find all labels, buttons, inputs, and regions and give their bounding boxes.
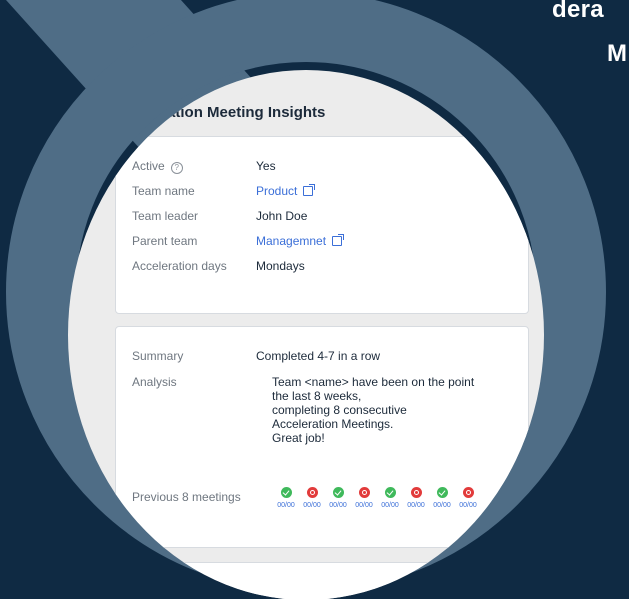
- acceleration-days-label: Acceleration days: [132, 259, 227, 273]
- check-icon: [436, 487, 448, 498]
- analysis-row: Analysis: [132, 375, 256, 389]
- meeting-indicator: 00/00: [300, 487, 324, 509]
- goals-row: t Goals: [132, 577, 296, 591]
- summary-label: Summary: [132, 349, 184, 363]
- meeting-indicator: 00/00: [456, 487, 480, 509]
- analysis-label: Analysis: [132, 375, 177, 389]
- goals-panel: t Goals: [115, 562, 529, 599]
- analysis-line: Team <name> have been on the point: [272, 375, 475, 389]
- meeting-date: 00/00: [381, 502, 399, 509]
- meeting-indicator: 00/00: [404, 487, 428, 509]
- fail-icon: [358, 487, 370, 498]
- magnifier-lens: celeration Meeting Insights Active? Yes T…: [68, 70, 544, 599]
- acceleration-days-value: Mondays: [256, 259, 305, 273]
- detail-row-parent-team: Parent team Managemnet: [132, 234, 345, 248]
- team-leader-label: Team leader: [132, 209, 199, 223]
- check-icon: [280, 487, 292, 498]
- analysis-line: completing 8 consecutive: [272, 403, 407, 417]
- previous-meetings-row: Previous 8 meetings: [132, 490, 256, 504]
- page-title: celeration Meeting Insights: [132, 104, 326, 121]
- summary-panel: Summary Completed 4-7 in a row Analysis T…: [115, 326, 529, 548]
- analysis-line: Acceleration Meetings.: [272, 417, 394, 431]
- team-name-label: Team name: [132, 184, 195, 198]
- meeting-date: 00/00: [303, 502, 321, 509]
- insights-card: celeration Meeting Insights Active? Yes T…: [100, 78, 530, 599]
- meeting-indicator: 00/00: [430, 487, 454, 509]
- meeting-indicator: 00/00: [326, 487, 350, 509]
- external-link-icon: [332, 234, 345, 246]
- promo-stage: dera M celeration Meeting Insights Activ…: [0, 0, 629, 599]
- fail-icon: [410, 487, 422, 498]
- active-label: Active: [132, 159, 165, 173]
- team-details-panel: Active? Yes Team name Product Team leader J…: [115, 136, 529, 314]
- meeting-date: 00/00: [355, 502, 373, 509]
- analysis-text: Team <name> have been on the point the l…: [272, 375, 522, 445]
- team-name-link[interactable]: Product: [256, 184, 316, 198]
- detail-row-acceleration-days: Acceleration days Mondays: [132, 259, 305, 273]
- summary-row: Summary Completed 4-7 in a row: [132, 349, 380, 363]
- header-text-line2: M: [607, 40, 628, 67]
- parent-team-label: Parent team: [132, 234, 198, 248]
- meeting-date: 00/00: [407, 502, 425, 509]
- meeting-indicator: 00/00: [352, 487, 376, 509]
- check-icon: [332, 487, 344, 498]
- detail-row-team-leader: Team leader John Doe: [132, 209, 307, 223]
- meeting-date: 00/00: [459, 502, 477, 509]
- header-text-line1: dera: [552, 0, 604, 23]
- goals-label: t Goals: [172, 577, 211, 591]
- team-leader-value: John Doe: [256, 209, 308, 223]
- previous-meetings-label: Previous 8 meetings: [132, 490, 241, 504]
- meeting-indicator: 00/00: [274, 487, 298, 509]
- active-value: Yes: [256, 159, 276, 173]
- meeting-indicator: 00/00: [378, 487, 402, 509]
- fail-icon: [462, 487, 474, 498]
- meeting-date: 00/00: [277, 502, 295, 509]
- summary-value: Completed 4-7 in a row: [256, 349, 381, 363]
- meeting-date: 00/00: [433, 502, 451, 509]
- meeting-date: 00/00: [329, 502, 347, 509]
- analysis-line: the last 8 weeks,: [272, 389, 362, 403]
- help-icon[interactable]: ?: [170, 162, 183, 174]
- external-link-icon: [303, 184, 316, 196]
- check-icon: [384, 487, 396, 498]
- detail-row-active: Active? Yes: [132, 159, 276, 174]
- fail-icon: [306, 487, 318, 498]
- analysis-line: Great job!: [272, 431, 325, 445]
- parent-team-link[interactable]: Managemnet: [256, 234, 345, 248]
- detail-row-team-name: Team name Product: [132, 184, 316, 198]
